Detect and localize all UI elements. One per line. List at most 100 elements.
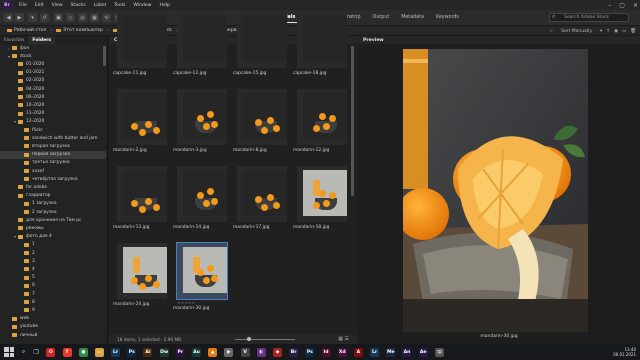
thumbnail-item[interactable]: capcake-18.jpg <box>293 10 351 87</box>
folder-tree-item[interactable]: 5 <box>0 274 35 282</box>
thumbnail-frame[interactable] <box>297 89 347 145</box>
workspace-keywords[interactable]: Keywords <box>430 13 465 23</box>
tab-favorites[interactable]: Favorites <box>0 36 28 44</box>
new-folder-icon[interactable]: ▭ <box>622 29 626 34</box>
refine-icon[interactable]: ◇ <box>66 13 75 22</box>
thumbnail-item[interactable]: mandarin-2.jpg <box>113 87 171 164</box>
menu-view[interactable]: View <box>48 3 67 8</box>
folder-tree-item[interactable]: ▾ stock <box>0 52 32 60</box>
folder-tree-item[interactable]: рекомы <box>0 224 44 232</box>
tab-folders[interactable]: Folders <box>28 36 56 44</box>
folder-tree-item[interactable]: › фон <box>0 44 29 52</box>
folder-tree-item[interactable]: 2 загрузка <box>0 208 57 216</box>
folder-tree-item[interactable]: вторая загрузка <box>0 142 70 150</box>
acrobat-icon[interactable]: A <box>353 347 363 357</box>
thumbnail-item[interactable]: mandarin-12.jpg <box>293 87 351 164</box>
thumbnail-frame[interactable] <box>177 12 227 68</box>
delete-icon[interactable]: 🗑 <box>630 29 636 34</box>
folder-tree-item[interactable]: xxxxf <box>0 167 44 175</box>
thumbnail-frame[interactable] <box>117 89 167 145</box>
thumbnail-item[interactable]: mandarin-3.jpg <box>173 87 231 164</box>
thumbnail-frame[interactable] <box>177 166 227 222</box>
folder-tree-item[interactable]: youtube <box>0 323 38 331</box>
thumbnail-item[interactable]: ☆☆☆☆☆ mandarin-30.jpg <box>173 241 231 318</box>
boomerang-icon[interactable]: ↺ <box>40 13 49 22</box>
task-view-icon[interactable]: ❐ <box>33 349 38 356</box>
thumbnail-item[interactable]: mandarin-18.jpg <box>293 164 351 241</box>
maximize-icon[interactable]: ▢ <box>619 2 625 9</box>
xd-icon[interactable]: Xd <box>337 347 347 357</box>
breadcrumb-desktop[interactable]: Рабочий стол <box>4 28 49 33</box>
thumbnail-item[interactable]: mandarin-17.jpg <box>233 164 291 241</box>
dreamweaver-icon[interactable]: Dw <box>159 347 169 357</box>
recent-folder-icon[interactable]: ▾ <box>28 13 37 22</box>
menu-edit[interactable]: Edit <box>31 3 48 8</box>
vegas-icon[interactable]: V <box>240 347 250 357</box>
folder-tree-item[interactable]: ▾ фото для 4 <box>0 233 52 241</box>
folder-tree-item[interactable]: 1 загрузка <box>0 200 57 208</box>
folder-tree-item[interactable]: ▾ 12-2020 <box>0 118 44 126</box>
search-input[interactable]: Search Adobe Stock <box>549 13 629 22</box>
close-icon[interactable]: ✕ <box>633 2 638 9</box>
folder-tree-item[interactable]: 8 <box>0 298 35 306</box>
folder-tree-item[interactable]: 9 <box>0 306 35 314</box>
folder-tree-item[interactable]: 02-2020 <box>0 77 44 85</box>
folder-tree-item[interactable]: flickr <box>0 126 43 134</box>
folder-tree-item[interactable]: 01-2021 <box>0 69 44 77</box>
thumbnail-frame[interactable] <box>117 12 167 68</box>
thumbnail-item[interactable]: mandarin-13.jpg <box>113 164 171 241</box>
thumbnail-frame[interactable] <box>117 166 167 222</box>
menu-tools[interactable]: Tools <box>110 3 129 8</box>
illustrator-icon[interactable]: Ai <box>143 347 153 357</box>
output-icon[interactable]: ▦ <box>90 13 99 22</box>
camera-icon[interactable]: ◉ <box>614 29 618 34</box>
premiere-icon[interactable]: Pr <box>175 347 185 357</box>
photoshop-icon[interactable]: Ps <box>127 347 137 357</box>
thumbnail-item[interactable]: mandarin-8.jpg <box>233 87 291 164</box>
ae-icon[interactable]: Ae <box>418 347 428 357</box>
menu-help[interactable]: Help <box>155 3 173 8</box>
menu-window[interactable]: Window <box>129 3 155 8</box>
thumbnail-frame[interactable] <box>237 166 287 222</box>
workspace-metadata[interactable]: Metadata <box>395 13 430 23</box>
folder-tree-item[interactable]: первая загрузка <box>0 150 106 159</box>
thumbnail-frame[interactable] <box>237 89 287 145</box>
file-icon[interactable]: ▤ <box>434 347 444 357</box>
breadcrumb-computer[interactable]: Этот компьютер <box>53 28 106 33</box>
folder-tree-item[interactable]: 06-2020 <box>0 93 44 101</box>
search-icon[interactable]: ⌕ <box>22 348 25 356</box>
folder-tree-item[interactable]: for adobe <box>0 183 47 191</box>
menu-stacks[interactable]: Stacks <box>67 3 90 8</box>
media2-icon[interactable]: Me <box>386 347 396 357</box>
folder-tree-item[interactable]: личный <box>0 331 37 339</box>
thumbnail-item[interactable]: capcake-15.jpg <box>233 10 291 87</box>
app2-icon[interactable]: ◆ <box>272 347 282 357</box>
folder-tree-item[interactable]: 04-2020 <box>0 85 44 93</box>
explorer-icon[interactable]: ▭ <box>94 347 104 357</box>
folder-tree-item[interactable]: 7 <box>0 290 35 298</box>
yandex-icon[interactable]: Y <box>62 347 72 357</box>
thumbnail-frame[interactable] <box>177 89 227 145</box>
folder-tree-item[interactable]: гладиатор <box>0 192 50 200</box>
sort-button[interactable]: Sort Manually <box>557 29 596 34</box>
thumbnail-item[interactable]: mandarin-14.jpg <box>173 164 231 241</box>
indesign-icon[interactable]: Id <box>321 347 331 357</box>
lightroom-icon[interactable]: Lr <box>111 347 121 357</box>
folder-tree-item[interactable]: для хранения на Твм рс <box>0 216 81 224</box>
app1-icon[interactable]: ◐ <box>256 347 266 357</box>
folder-tree-item[interactable]: 2 <box>0 249 35 257</box>
preview-image[interactable] <box>403 49 588 332</box>
slider-handle[interactable] <box>247 337 251 341</box>
thumbnail-size-slider[interactable] <box>235 339 295 340</box>
thumbnail-item[interactable]: capcake-12.jpg <box>173 10 231 87</box>
workspace-output[interactable]: Output <box>367 13 396 23</box>
menu-label[interactable]: Label <box>90 3 110 8</box>
rotate-left-icon[interactable]: ⟲ <box>102 13 111 22</box>
thumbnail-frame[interactable] <box>297 12 347 68</box>
minimize-icon[interactable]: – <box>608 2 611 9</box>
clock-date[interactable]: 06.01.2021 <box>613 352 636 357</box>
menu-file[interactable]: File <box>15 3 31 8</box>
chevron-down-icon[interactable]: ▾ <box>600 29 602 34</box>
bridge-icon[interactable]: Br <box>289 347 299 357</box>
folder-tree-item[interactable]: 6 <box>0 282 35 290</box>
